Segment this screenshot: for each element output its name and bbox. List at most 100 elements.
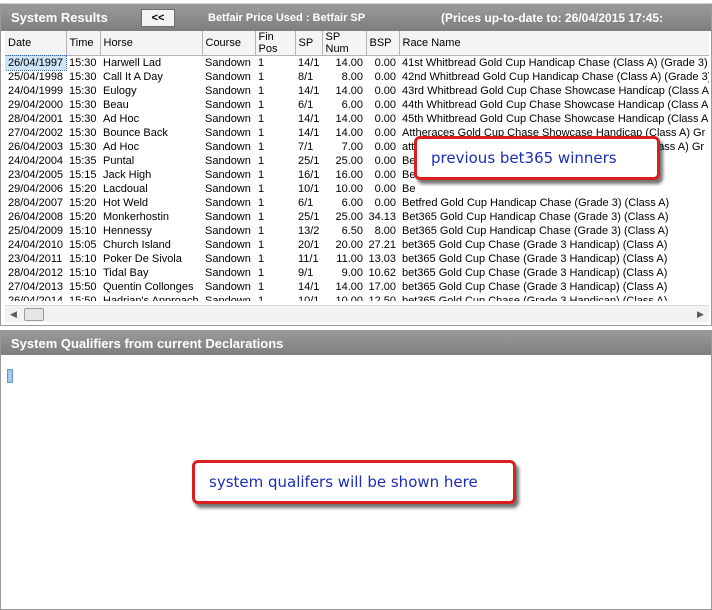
table-cell[interactable]: Sandown bbox=[202, 266, 255, 280]
table-cell[interactable]: 28/04/2001 bbox=[5, 112, 66, 126]
table-cell[interactable]: Quentin Collonges bbox=[100, 280, 202, 294]
table-cell[interactable]: 28/04/2012 bbox=[5, 266, 66, 280]
table-cell[interactable]: Bet365 Gold Cup Handicap Chase (Grade 3)… bbox=[399, 224, 709, 238]
table-cell[interactable]: 10/1 bbox=[295, 182, 322, 196]
table-cell[interactable]: 10.00 bbox=[322, 182, 366, 196]
table-cell[interactable]: 16.00 bbox=[322, 168, 366, 182]
table-cell[interactable]: 26/04/2003 bbox=[5, 140, 66, 154]
table-cell[interactable]: 14.00 bbox=[322, 112, 366, 126]
table-cell[interactable]: Sandown bbox=[202, 70, 255, 84]
table-cell[interactable]: 15:15 bbox=[66, 168, 100, 182]
table-cell[interactable]: 14.00 bbox=[322, 56, 366, 70]
table-cell[interactable]: 14.00 bbox=[322, 126, 366, 140]
table-row[interactable]: 28/04/2012 15:10 Tidal Bay Sandown 1 9/1 9.00 1… bbox=[5, 266, 709, 280]
table-cell[interactable]: 1 bbox=[255, 70, 295, 84]
table-cell[interactable]: 1 bbox=[255, 210, 295, 224]
table-cell[interactable]: 8.00 bbox=[322, 70, 366, 84]
table-cell[interactable]: 24/04/2010 bbox=[5, 238, 66, 252]
table-cell[interactable]: Ad Hoc bbox=[100, 140, 202, 154]
table-cell[interactable]: bet365 Gold Cup Chase (Grade 3 Handicap)… bbox=[399, 266, 709, 280]
table-cell[interactable]: 0.00 bbox=[366, 112, 399, 126]
table-cell[interactable]: 14.00 bbox=[322, 84, 366, 98]
table-cell[interactable]: 7.00 bbox=[322, 140, 366, 154]
table-cell[interactable]: Sandown bbox=[202, 126, 255, 140]
table-cell[interactable]: 15:20 bbox=[66, 210, 100, 224]
table-cell[interactable]: Sandown bbox=[202, 154, 255, 168]
table-cell[interactable]: 7/1 bbox=[295, 140, 322, 154]
table-cell[interactable]: 27/04/2013 bbox=[5, 280, 66, 294]
row-indicator[interactable] bbox=[7, 369, 13, 383]
table-cell[interactable]: 42nd Whitbread Gold Cup Handicap Chase (… bbox=[399, 70, 709, 84]
table-cell[interactable]: 13.03 bbox=[366, 252, 399, 266]
table-cell[interactable]: Poker De Sivola bbox=[100, 252, 202, 266]
table-cell[interactable]: Hadrian's Approach bbox=[100, 294, 202, 302]
table-cell[interactable]: Hennessy bbox=[100, 224, 202, 238]
table-cell[interactable]: 16/1 bbox=[295, 168, 322, 182]
table-cell[interactable]: 14.00 bbox=[322, 280, 366, 294]
table-cell[interactable]: 0.00 bbox=[366, 168, 399, 182]
table-cell[interactable]: 1 bbox=[255, 168, 295, 182]
column-header[interactable]: SP bbox=[295, 31, 323, 56]
table-cell[interactable]: 15:10 bbox=[66, 224, 100, 238]
table-cell[interactable]: 26/04/2008 bbox=[5, 210, 66, 224]
table-cell[interactable]: 29/04/2006 bbox=[5, 182, 66, 196]
column-header[interactable]: Horse bbox=[100, 31, 203, 56]
table-cell[interactable]: Sandown bbox=[202, 98, 255, 112]
table-cell[interactable]: Sandown bbox=[202, 238, 255, 252]
horizontal-scrollbar[interactable]: ◀ ▶ bbox=[5, 305, 709, 322]
table-cell[interactable]: 1 bbox=[255, 182, 295, 196]
table-cell[interactable]: 1 bbox=[255, 98, 295, 112]
table-cell[interactable]: 6.00 bbox=[322, 98, 366, 112]
table-row[interactable]: 26/04/2008 15:20 Monkerhostin Sandown 1 25/1 2… bbox=[5, 210, 709, 224]
table-cell[interactable]: 15:30 bbox=[66, 112, 100, 126]
table-cell[interactable]: 0.00 bbox=[366, 140, 399, 154]
table-cell[interactable]: 9/1 bbox=[295, 266, 322, 280]
table-cell[interactable]: 1 bbox=[255, 56, 295, 70]
table-cell[interactable]: 0.00 bbox=[366, 56, 399, 70]
table-cell[interactable]: 1 bbox=[255, 140, 295, 154]
table-cell[interactable]: 15:05 bbox=[66, 238, 100, 252]
table-cell[interactable]: 15:30 bbox=[66, 98, 100, 112]
table-cell[interactable]: Sandown bbox=[202, 280, 255, 294]
table-cell[interactable]: 10.62 bbox=[366, 266, 399, 280]
table-cell[interactable]: 6/1 bbox=[295, 196, 322, 210]
table-cell[interactable]: Hot Weld bbox=[100, 196, 202, 210]
table-cell[interactable]: 0.00 bbox=[366, 126, 399, 140]
table-cell[interactable]: Sandown bbox=[202, 196, 255, 210]
table-cell[interactable]: Sandown bbox=[202, 56, 255, 70]
table-cell[interactable]: bet365 Gold Cup Chase (Grade 3 Handicap)… bbox=[399, 280, 709, 294]
table-cell[interactable]: 8.00 bbox=[366, 224, 399, 238]
table-cell[interactable]: 14/1 bbox=[295, 112, 322, 126]
table-cell[interactable]: 25/04/2009 bbox=[5, 224, 66, 238]
back-button[interactable]: << bbox=[141, 9, 175, 27]
table-cell[interactable]: 15:30 bbox=[66, 140, 100, 154]
table-row[interactable]: 29/04/2000 15:30 Beau Sandown 1 6/1 6.00 0.00 44… bbox=[5, 98, 709, 112]
table-cell[interactable]: bet365 Gold Cup Chase (Grade 3 Handicap)… bbox=[399, 252, 709, 266]
column-header[interactable]: Race Name bbox=[399, 31, 709, 56]
table-cell[interactable]: 14/1 bbox=[295, 56, 322, 70]
table-cell[interactable]: Sandown bbox=[202, 182, 255, 196]
table-cell[interactable]: 14/1 bbox=[295, 126, 322, 140]
table-cell[interactable]: Harwell Lad bbox=[100, 56, 202, 70]
table-cell[interactable]: 1 bbox=[255, 154, 295, 168]
table-cell[interactable]: Tidal Bay bbox=[100, 266, 202, 280]
table-cell[interactable]: 25.00 bbox=[322, 154, 366, 168]
table-cell[interactable]: 0.00 bbox=[366, 196, 399, 210]
table-cell[interactable]: 8/1 bbox=[295, 70, 322, 84]
table-cell[interactable]: 15:20 bbox=[66, 182, 100, 196]
column-header[interactable]: SP Num bbox=[322, 31, 367, 56]
table-row[interactable]: 27/04/2013 15:50 Quentin Collonges Sandown 1… bbox=[5, 280, 709, 294]
table-cell[interactable]: Church Island bbox=[100, 238, 202, 252]
table-cell[interactable]: 1 bbox=[255, 238, 295, 252]
table-row[interactable]: 25/04/2009 15:10 Hennessy Sandown 1 13/2 6.50 8… bbox=[5, 224, 709, 238]
table-cell[interactable]: 1 bbox=[255, 112, 295, 126]
table-cell[interactable]: Sandown bbox=[202, 252, 255, 266]
table-cell[interactable]: 0.00 bbox=[366, 154, 399, 168]
column-header[interactable]: Time bbox=[66, 31, 101, 56]
table-cell[interactable]: bet365 Gold Cup Chase (Grade 3 Handicap)… bbox=[399, 238, 709, 252]
table-row[interactable]: 28/04/2001 15:30 Ad Hoc Sandown 1 14/1 14.00 0.… bbox=[5, 112, 709, 126]
table-cell[interactable]: 20/1 bbox=[295, 238, 322, 252]
table-cell[interactable]: 15:30 bbox=[66, 70, 100, 84]
table-cell[interactable]: 17.00 bbox=[366, 280, 399, 294]
table-cell[interactable]: Ad Hoc bbox=[100, 112, 202, 126]
